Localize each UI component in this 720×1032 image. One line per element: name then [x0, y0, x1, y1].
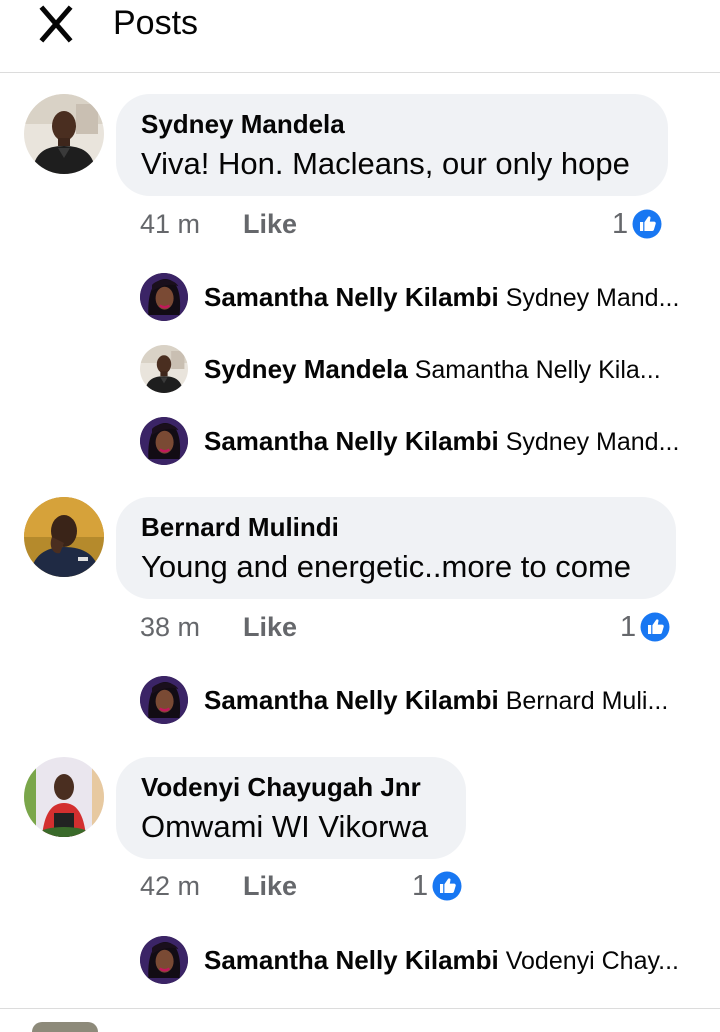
reply-author: Samantha Nelly Kilambi: [204, 426, 499, 456]
comment-text: Viva! Hon. Macleans, our only hope: [141, 146, 630, 181]
avatar[interactable]: [24, 94, 104, 174]
avatar: [140, 676, 188, 724]
comment-bubble: Sydney Mandela Viva! Hon. Macleans, our …: [116, 94, 668, 196]
reply-preview: Sydney Mand...: [505, 428, 680, 456]
reply-preview: Samantha Nelly Kila...: [414, 356, 661, 384]
reply-item[interactable]: Samantha Nelly Kilambi Sydney Mand...: [140, 273, 700, 323]
comment-author[interactable]: Vodenyi Chayugah Jnr: [141, 771, 421, 803]
divider: [0, 1008, 720, 1009]
avatar: [140, 273, 188, 321]
close-icon: [39, 5, 73, 43]
close-button[interactable]: [36, 4, 76, 44]
reply-item[interactable]: Samantha Nelly Kilambi Bernard Muli...: [140, 676, 700, 726]
comment-bubble: Bernard Mulindi Young and energetic..mor…: [116, 497, 676, 599]
reaction-count: 1: [620, 611, 637, 643]
reaction-count: 1: [612, 208, 629, 240]
reaction-summary[interactable]: 1: [412, 868, 464, 904]
reply-item[interactable]: Samantha Nelly Kilambi Vodenyi Chay...: [140, 936, 700, 986]
like-button[interactable]: Like: [243, 206, 297, 242]
avatar[interactable]: [24, 497, 104, 577]
like-button[interactable]: Like: [243, 609, 297, 645]
comment-meta: 42 m Like 1: [0, 868, 720, 904]
reply-item[interactable]: Sydney Mandela Samantha Nelly Kila...: [140, 345, 700, 395]
comment-timestamp: 42 m: [140, 871, 201, 901]
comment-text: Young and energetic..more to come: [141, 549, 632, 584]
avatar[interactable]: [24, 757, 104, 837]
avatar: [140, 345, 188, 393]
reply-summary: Samantha Nelly Kilambi Sydney Mand...: [204, 281, 679, 314]
thumbs-up-icon: [630, 207, 664, 241]
thumbs-up-icon: [430, 869, 464, 903]
like-button[interactable]: Like: [243, 868, 297, 904]
reply-preview: Sydney Mand...: [505, 284, 680, 312]
comment-meta: 41 m Like 1: [0, 206, 720, 242]
thumbs-up-icon: [638, 610, 672, 644]
comment-timestamp: 38 m: [140, 612, 201, 642]
reaction-summary[interactable]: 1: [620, 609, 672, 645]
reply-preview: Bernard Muli...: [505, 687, 669, 715]
comment-author[interactable]: Bernard Mulindi: [141, 511, 339, 543]
comment-bubble: Vodenyi Chayugah Jnr Omwami WI Vikorwa: [116, 757, 466, 859]
reply-author: Samantha Nelly Kilambi: [204, 685, 499, 715]
reply-author: Sydney Mandela: [204, 354, 408, 384]
reply-summary: Samantha Nelly Kilambi Vodenyi Chay...: [204, 944, 679, 977]
avatar: [140, 417, 188, 465]
comment-text: Omwami WI Vikorwa: [141, 809, 429, 844]
reply-preview: Vodenyi Chay...: [505, 947, 679, 975]
page-title: Posts: [113, 4, 199, 42]
reaction-summary[interactable]: 1: [612, 206, 664, 242]
reply-summary: Samantha Nelly Kilambi Bernard Muli...: [204, 684, 668, 717]
reply-item[interactable]: Samantha Nelly Kilambi Sydney Mand...: [140, 417, 700, 467]
avatar[interactable]: [32, 1022, 98, 1032]
reply-author: Samantha Nelly Kilambi: [204, 945, 499, 975]
comment-timestamp: 41 m: [140, 209, 201, 239]
reply-summary: Sydney Mandela Samantha Nelly Kila...: [204, 353, 661, 386]
reaction-count: 1: [412, 870, 429, 902]
avatar: [140, 936, 188, 984]
comment-author[interactable]: Sydney Mandela: [141, 108, 345, 140]
reply-author: Samantha Nelly Kilambi: [204, 282, 499, 312]
top-bar: Posts: [0, 0, 720, 73]
reply-summary: Samantha Nelly Kilambi Sydney Mand...: [204, 425, 679, 458]
comment-meta: 38 m Like 1: [0, 609, 720, 645]
